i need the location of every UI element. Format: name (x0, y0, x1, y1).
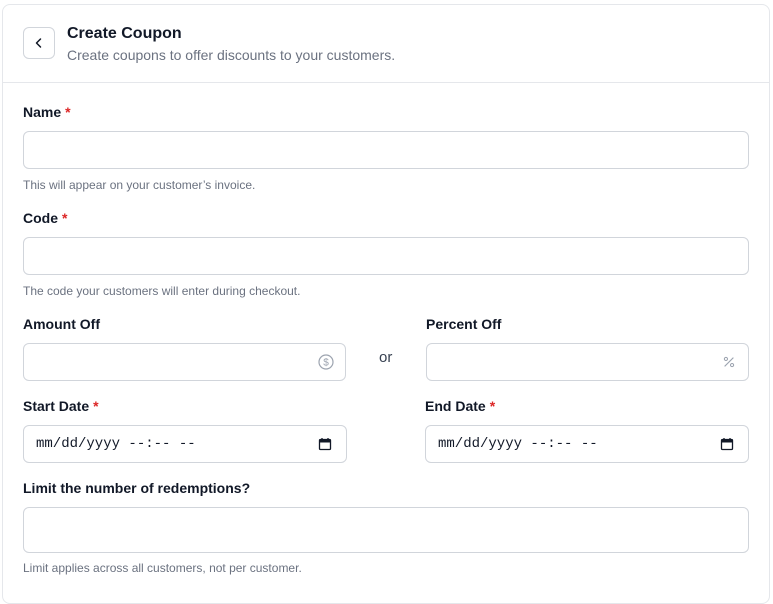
name-input[interactable] (23, 131, 749, 169)
start-date-input[interactable]: mm/dd/yyyy --:-- -- (23, 425, 347, 463)
calendar-icon[interactable] (720, 437, 734, 451)
start-date-label-text: Start Date (23, 398, 90, 414)
chevron-left-icon (35, 38, 42, 48)
calendar-icon[interactable] (318, 437, 332, 451)
dollar-circle-icon: $ (317, 353, 335, 371)
redemptions-input[interactable] (23, 507, 749, 553)
page-subtitle: Create coupons to offer discounts to you… (67, 47, 396, 63)
code-label: Code * (23, 210, 67, 226)
amount-off-label: Amount Off (23, 316, 100, 332)
required-mark: * (65, 104, 71, 120)
required-mark: * (62, 210, 68, 226)
required-mark: * (93, 398, 99, 414)
name-label: Name * (23, 104, 71, 120)
back-button[interactable] (23, 27, 55, 59)
percent-off-label: Percent Off (426, 316, 502, 332)
code-hint: The code your customers will enter durin… (23, 284, 301, 298)
create-coupon-card: Create Coupon Create coupons to offer di… (2, 4, 770, 604)
end-date-label-text: End Date (425, 398, 486, 414)
start-date-label: Start Date * (23, 398, 99, 414)
end-date-placeholder: mm/dd/yyyy --:-- -- (438, 436, 598, 452)
end-date-input[interactable]: mm/dd/yyyy --:-- -- (425, 425, 749, 463)
percent-icon (720, 353, 738, 371)
name-label-text: Name (23, 104, 62, 120)
or-separator: or (379, 349, 393, 366)
amount-off-input[interactable] (23, 343, 346, 381)
svg-text:$: $ (323, 358, 329, 369)
redemptions-label: Limit the number of redemptions? (23, 480, 251, 496)
start-date-placeholder: mm/dd/yyyy --:-- -- (36, 436, 196, 452)
required-mark: * (489, 398, 496, 414)
code-label-text: Code (23, 210, 58, 226)
page-title: Create Coupon (67, 25, 182, 42)
name-hint: This will appear on your customer’s invo… (23, 178, 256, 192)
redemptions-hint: Limit applies across all customers, not … (23, 561, 302, 575)
end-date-label: End Date * (425, 398, 495, 414)
percent-off-input[interactable] (426, 343, 749, 381)
card-header: Create Coupon Create coupons to offer di… (3, 5, 769, 83)
code-input[interactable] (23, 237, 749, 275)
